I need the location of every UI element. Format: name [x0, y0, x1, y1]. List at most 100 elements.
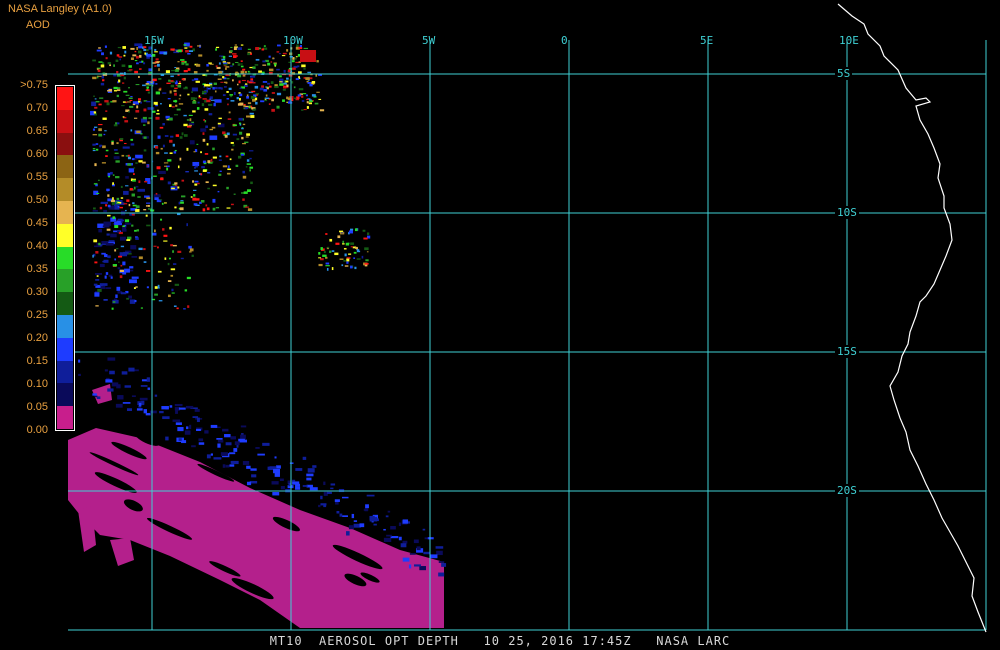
- aod-pixel: [127, 154, 130, 157]
- aod-pixel: [163, 240, 168, 242]
- aod-pixel: [279, 83, 284, 86]
- aod-pixel: [124, 142, 127, 145]
- aod-pixel: [246, 465, 251, 469]
- aod-pixel: [270, 61, 273, 63]
- aod-pixel: [134, 60, 138, 62]
- aod-pixel: [133, 173, 135, 175]
- aod-pixel: [119, 58, 121, 61]
- aod-pixel: [237, 47, 242, 51]
- aod-pixel: [166, 119, 169, 121]
- aod-pixel: [343, 259, 346, 262]
- aod-pixel: [164, 257, 167, 260]
- aod-pixel: [240, 65, 244, 68]
- aod-pixel: [196, 143, 199, 145]
- low-aod-area: [68, 428, 444, 628]
- aod-pixel: [95, 272, 103, 275]
- aod-pixel: [120, 197, 124, 199]
- aod-pixel: [111, 202, 116, 205]
- aod-pixel: [228, 87, 232, 91]
- aod-pixel: [183, 70, 188, 73]
- aod-pixel: [409, 553, 416, 555]
- aod-pixel: [99, 206, 103, 210]
- aod-pixel: [363, 237, 368, 240]
- aod-pixel: [307, 468, 315, 473]
- aod-pixel: [174, 206, 177, 209]
- aod-pixel: [200, 173, 203, 176]
- legend-label: 0.00: [26, 424, 48, 436]
- aod-pixel: [253, 82, 256, 84]
- low-aod-area: [110, 538, 134, 566]
- legend-label: >0.75: [20, 79, 48, 91]
- aod-pixel: [240, 63, 243, 65]
- aod-pixel: [99, 263, 105, 268]
- aod-pixel: [102, 79, 105, 82]
- aod-pixel: [118, 56, 123, 58]
- aod-pixel: [227, 165, 230, 169]
- aod-pixel: [181, 179, 185, 182]
- aod-pixel: [116, 286, 121, 291]
- aod-pixel: [187, 93, 190, 96]
- aod-pixel: [126, 408, 133, 412]
- aod-pixel: [229, 94, 234, 96]
- aod-pixel: [441, 563, 447, 567]
- aod-pixel: [123, 90, 128, 93]
- legend-label: 0.05: [26, 401, 48, 413]
- aod-pixel: [194, 78, 199, 81]
- aod-pixel: [105, 379, 113, 383]
- aod-pixel: [137, 188, 146, 192]
- aod-pixel: [92, 150, 96, 152]
- aod-pixel: [117, 395, 124, 400]
- aod-pixel: [267, 62, 271, 66]
- aod-pixel: [132, 54, 137, 57]
- aod-pixel: [117, 267, 121, 270]
- aod-pixel: [160, 103, 162, 105]
- aod-pixel: [100, 64, 105, 68]
- aod-pixel: [287, 101, 293, 104]
- aod-pixel: [301, 109, 304, 111]
- aod-pixel: [318, 98, 322, 100]
- aod-pixel: [162, 144, 165, 148]
- aod-pixel: [303, 77, 306, 79]
- aod-pixel: [93, 283, 98, 286]
- aod-pixel: [106, 188, 110, 191]
- aod-pixel: [230, 46, 233, 48]
- aod-pixel: [193, 71, 198, 74]
- aod-pixel: [330, 487, 334, 490]
- aod-pixel: [240, 425, 247, 428]
- aod-pixel: [173, 89, 177, 92]
- aod-pixel: [188, 114, 193, 116]
- aod-pixel: [171, 106, 175, 108]
- aod-pixel: [192, 197, 197, 201]
- aod-pixel: [325, 265, 330, 267]
- aod-pixel: [227, 168, 232, 171]
- aod-pixel: [258, 70, 262, 73]
- aod-pixel: [197, 45, 201, 47]
- aod-pixel: [192, 161, 200, 167]
- aod-pixel: [128, 65, 132, 68]
- aod-pixel: [178, 98, 181, 100]
- aod-pixel: [251, 90, 256, 93]
- aod-pixel: [131, 276, 139, 279]
- aod-pixel: [177, 74, 180, 76]
- aod-pixel: [142, 84, 146, 87]
- africa-coastline: [837, 3, 987, 633]
- aod-pixel: [175, 409, 178, 414]
- aod-pixel: [138, 160, 143, 163]
- legend-label: 0.20: [26, 332, 48, 344]
- aod-pixel: [242, 68, 246, 71]
- legend-swatch: [57, 87, 73, 110]
- longitude-label: 10E: [839, 34, 859, 47]
- aod-pixel: [364, 247, 369, 251]
- aod-pixel: [130, 138, 134, 141]
- aod-pixel: [169, 405, 173, 408]
- aod-pixel: [174, 92, 177, 96]
- aod-pixel: [117, 205, 120, 208]
- aod-pixel: [197, 182, 200, 185]
- aod-pixel: [135, 236, 138, 238]
- aod-pixel: [100, 144, 103, 147]
- aod-pixel: [196, 417, 200, 423]
- aod-pixel: [116, 94, 119, 98]
- aod-pixel: [400, 543, 407, 548]
- aod-pixel: [155, 192, 158, 195]
- aod-pixel: [309, 83, 313, 87]
